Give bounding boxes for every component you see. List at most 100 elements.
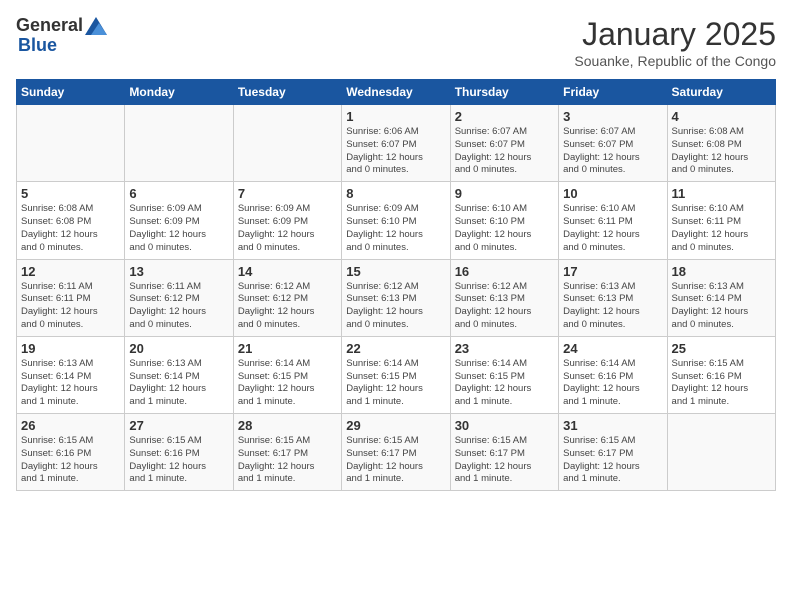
day-number: 25 bbox=[672, 341, 771, 356]
day-number: 16 bbox=[455, 264, 554, 279]
day-cell-4: 4 Sunrise: 6:08 AMSunset: 6:08 PMDaylight… bbox=[667, 105, 775, 182]
day-cell-8: 8 Sunrise: 6:09 AMSunset: 6:10 PMDaylight… bbox=[342, 182, 450, 259]
day-info: Sunrise: 6:15 AMSunset: 6:16 PMDaylight:… bbox=[672, 358, 771, 409]
empty-cell bbox=[233, 105, 341, 182]
day-number: 27 bbox=[129, 418, 228, 433]
day-info: Sunrise: 6:08 AMSunset: 6:08 PMDaylight:… bbox=[21, 203, 120, 254]
day-info: Sunrise: 6:13 AMSunset: 6:14 PMDaylight:… bbox=[129, 358, 228, 409]
day-number: 20 bbox=[129, 341, 228, 356]
day-info: Sunrise: 6:12 AMSunset: 6:12 PMDaylight:… bbox=[238, 281, 337, 332]
day-info: Sunrise: 6:11 AMSunset: 6:12 PMDaylight:… bbox=[129, 281, 228, 332]
week-row-1: 1 Sunrise: 6:06 AMSunset: 6:07 PMDaylight… bbox=[17, 105, 776, 182]
day-cell-10: 10 Sunrise: 6:10 AMSunset: 6:11 PMDayligh… bbox=[559, 182, 667, 259]
day-info: Sunrise: 6:13 AMSunset: 6:13 PMDaylight:… bbox=[563, 281, 662, 332]
empty-cell bbox=[125, 105, 233, 182]
day-cell-14: 14 Sunrise: 6:12 AMSunset: 6:12 PMDayligh… bbox=[233, 259, 341, 336]
day-number: 12 bbox=[21, 264, 120, 279]
day-number: 17 bbox=[563, 264, 662, 279]
weekday-header-tuesday: Tuesday bbox=[233, 80, 341, 105]
day-info: Sunrise: 6:10 AMSunset: 6:10 PMDaylight:… bbox=[455, 203, 554, 254]
day-info: Sunrise: 6:15 AMSunset: 6:16 PMDaylight:… bbox=[129, 435, 228, 486]
day-cell-22: 22 Sunrise: 6:14 AMSunset: 6:15 PMDayligh… bbox=[342, 336, 450, 413]
day-cell-11: 11Sunrise: 6:10 AMSunset: 6:11 PMDayligh… bbox=[667, 182, 775, 259]
day-cell-16: 16 Sunrise: 6:12 AMSunset: 6:13 PMDayligh… bbox=[450, 259, 558, 336]
day-info: Sunrise: 6:15 AMSunset: 6:16 PMDaylight:… bbox=[21, 435, 120, 486]
day-info: Sunrise: 6:14 AMSunset: 6:15 PMDaylight:… bbox=[238, 358, 337, 409]
day-info: Sunrise: 6:14 AMSunset: 6:16 PMDaylight:… bbox=[563, 358, 662, 409]
day-cell-15: 15 Sunrise: 6:12 AMSunset: 6:13 PMDayligh… bbox=[342, 259, 450, 336]
empty-cell bbox=[17, 105, 125, 182]
day-info: Sunrise: 6:13 AMSunset: 6:14 PMDaylight:… bbox=[672, 281, 771, 332]
day-cell-3: 3Sunrise: 6:07 AMSunset: 6:07 PMDaylight… bbox=[559, 105, 667, 182]
day-cell-31: 31 Sunrise: 6:15 AMSunset: 6:17 PMDayligh… bbox=[559, 414, 667, 491]
day-info: Sunrise: 6:13 AMSunset: 6:14 PMDaylight:… bbox=[21, 358, 120, 409]
week-row-5: 26 Sunrise: 6:15 AMSunset: 6:16 PMDayligh… bbox=[17, 414, 776, 491]
week-row-4: 19 Sunrise: 6:13 AMSunset: 6:14 PMDayligh… bbox=[17, 336, 776, 413]
weekday-header-friday: Friday bbox=[559, 80, 667, 105]
day-number: 29 bbox=[346, 418, 445, 433]
day-cell-7: 7 Sunrise: 6:09 AMSunset: 6:09 PMDaylight… bbox=[233, 182, 341, 259]
day-cell-1: 1 Sunrise: 6:06 AMSunset: 6:07 PMDaylight… bbox=[342, 105, 450, 182]
day-number: 2 bbox=[455, 109, 554, 124]
day-cell-28: 28Sunrise: 6:15 AMSunset: 6:17 PMDayligh… bbox=[233, 414, 341, 491]
day-number: 22 bbox=[346, 341, 445, 356]
day-cell-26: 26 Sunrise: 6:15 AMSunset: 6:16 PMDayligh… bbox=[17, 414, 125, 491]
week-row-3: 12 Sunrise: 6:11 AMSunset: 6:11 PMDayligh… bbox=[17, 259, 776, 336]
day-cell-19: 19 Sunrise: 6:13 AMSunset: 6:14 PMDayligh… bbox=[17, 336, 125, 413]
day-number: 6 bbox=[129, 186, 228, 201]
day-info: Sunrise: 6:10 AMSunset: 6:11 PMDaylight:… bbox=[672, 203, 771, 254]
day-cell-18: 18 Sunrise: 6:13 AMSunset: 6:14 PMDayligh… bbox=[667, 259, 775, 336]
day-number: 28 bbox=[238, 418, 337, 433]
weekday-header-thursday: Thursday bbox=[450, 80, 558, 105]
day-info: Sunrise: 6:11 AMSunset: 6:11 PMDaylight:… bbox=[21, 281, 120, 332]
day-cell-27: 27 Sunrise: 6:15 AMSunset: 6:16 PMDayligh… bbox=[125, 414, 233, 491]
day-info: Sunrise: 6:12 AMSunset: 6:13 PMDaylight:… bbox=[346, 281, 445, 332]
day-number: 8 bbox=[346, 186, 445, 201]
day-cell-6: 6Sunrise: 6:09 AMSunset: 6:09 PMDaylight… bbox=[125, 182, 233, 259]
day-cell-5: 5Sunrise: 6:08 AMSunset: 6:08 PMDaylight… bbox=[17, 182, 125, 259]
day-number: 21 bbox=[238, 341, 337, 356]
day-info: Sunrise: 6:09 AMSunset: 6:10 PMDaylight:… bbox=[346, 203, 445, 254]
day-info: Sunrise: 6:09 AMSunset: 6:09 PMDaylight:… bbox=[238, 203, 337, 254]
calendar: SundayMondayTuesdayWednesdayThursdayFrid… bbox=[16, 79, 776, 491]
logo: General Blue bbox=[16, 16, 107, 56]
day-cell-13: 13 Sunrise: 6:11 AMSunset: 6:12 PMDayligh… bbox=[125, 259, 233, 336]
day-info: Sunrise: 6:15 AMSunset: 6:17 PMDaylight:… bbox=[455, 435, 554, 486]
day-info: Sunrise: 6:14 AMSunset: 6:15 PMDaylight:… bbox=[346, 358, 445, 409]
day-number: 4 bbox=[672, 109, 771, 124]
weekday-header-saturday: Saturday bbox=[667, 80, 775, 105]
page-header: General Blue January 2025 Souanke, Repub… bbox=[16, 16, 776, 69]
day-number: 7 bbox=[238, 186, 337, 201]
day-info: Sunrise: 6:08 AMSunset: 6:08 PMDaylight:… bbox=[672, 126, 771, 177]
day-number: 9 bbox=[455, 186, 554, 201]
title-area: January 2025 Souanke, Republic of the Co… bbox=[574, 16, 776, 69]
day-number: 10 bbox=[563, 186, 662, 201]
day-cell-25: 25 Sunrise: 6:15 AMSunset: 6:16 PMDayligh… bbox=[667, 336, 775, 413]
day-number: 18 bbox=[672, 264, 771, 279]
day-info: Sunrise: 6:15 AMSunset: 6:17 PMDaylight:… bbox=[346, 435, 445, 486]
day-number: 31 bbox=[563, 418, 662, 433]
day-info: Sunrise: 6:14 AMSunset: 6:15 PMDaylight:… bbox=[455, 358, 554, 409]
weekday-header-wednesday: Wednesday bbox=[342, 80, 450, 105]
day-number: 15 bbox=[346, 264, 445, 279]
weekday-header-sunday: Sunday bbox=[17, 80, 125, 105]
day-info: Sunrise: 6:06 AMSunset: 6:07 PMDaylight:… bbox=[346, 126, 445, 177]
day-number: 1 bbox=[346, 109, 445, 124]
weekday-header-monday: Monday bbox=[125, 80, 233, 105]
day-cell-20: 20 Sunrise: 6:13 AMSunset: 6:14 PMDayligh… bbox=[125, 336, 233, 413]
day-number: 13 bbox=[129, 264, 228, 279]
day-info: Sunrise: 6:10 AMSunset: 6:11 PMDaylight:… bbox=[563, 203, 662, 254]
location-title: Souanke, Republic of the Congo bbox=[574, 53, 776, 69]
weekday-header-row: SundayMondayTuesdayWednesdayThursdayFrid… bbox=[17, 80, 776, 105]
day-number: 19 bbox=[21, 341, 120, 356]
day-cell-12: 12 Sunrise: 6:11 AMSunset: 6:11 PMDayligh… bbox=[17, 259, 125, 336]
day-info: Sunrise: 6:12 AMSunset: 6:13 PMDaylight:… bbox=[455, 281, 554, 332]
day-number: 14 bbox=[238, 264, 337, 279]
day-number: 26 bbox=[21, 418, 120, 433]
month-title: January 2025 bbox=[574, 16, 776, 53]
day-number: 3 bbox=[563, 109, 662, 124]
empty-cell bbox=[667, 414, 775, 491]
day-info: Sunrise: 6:15 AMSunset: 6:17 PMDaylight:… bbox=[563, 435, 662, 486]
day-cell-17: 17 Sunrise: 6:13 AMSunset: 6:13 PMDayligh… bbox=[559, 259, 667, 336]
day-info: Sunrise: 6:07 AMSunset: 6:07 PMDaylight:… bbox=[455, 126, 554, 177]
